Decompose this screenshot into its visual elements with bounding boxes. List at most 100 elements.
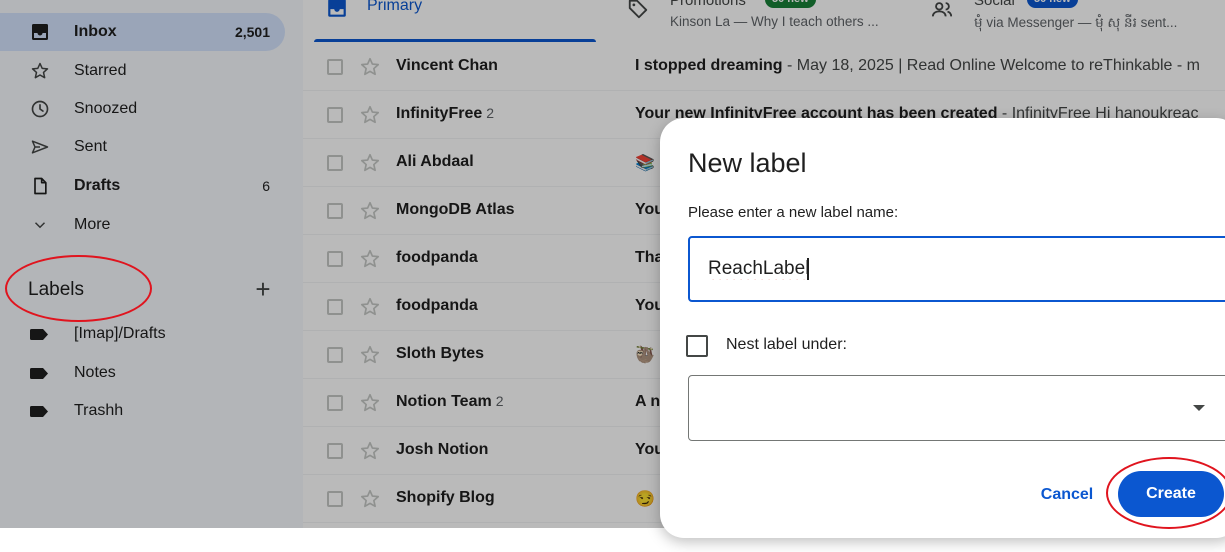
tab-label: Primary [367,0,423,14]
email-subject-text: I stopped dreaming [635,57,783,74]
email-sender: Notion Team 2 [396,393,504,410]
new-label-dialog: New label Please enter a new label name:… [660,118,1225,538]
email-sender: Vincent Chan [396,57,498,74]
tab-primary[interactable]: Primary [303,0,603,42]
star-icon[interactable] [359,104,381,126]
sidebar-item-label: Snoozed [74,100,138,117]
send-icon [28,135,52,159]
tab-preview: មុំ via Messenger — មុំ សុ នីរ sent... [974,15,1178,30]
email-subject: 🦥 [635,345,655,365]
label-icon [30,367,48,379]
clock-icon [28,97,52,121]
star-icon[interactable] [359,200,381,222]
sidebar-item-drafts[interactable]: Drafts 6 [0,167,285,205]
sidebar-item-snoozed[interactable]: Snoozed [0,90,285,128]
email-sender: MongoDB Atlas [396,201,515,218]
email-sender: Ali Abdaal [396,153,474,170]
draft-icon [28,174,52,198]
select-checkbox[interactable] [327,347,343,363]
select-checkbox[interactable] [327,491,343,507]
sidebar-item-label: Drafts [74,177,121,194]
email-sender: Josh Notion [396,441,489,458]
sidebar-item-label: Starred [74,62,127,79]
email-subject: I stopped dreaming - May 18, 2025 | Read… [635,57,1200,75]
email-subject: 📚 [635,153,655,173]
dialog-title: New label [688,148,807,178]
star-icon [28,59,52,83]
tab-promotions[interactable]: Promotions 50 new Kinson La — Why I teac… [613,0,913,42]
email-subject-text: 😏 [635,491,655,508]
select-checkbox[interactable] [327,299,343,315]
star-icon[interactable] [359,56,381,78]
inbox-icon [28,20,52,44]
email-snippet: - May 18, 2025 | Read Online Welcome to … [782,57,1200,74]
star-icon[interactable] [359,248,381,270]
select-checkbox[interactable] [327,59,343,75]
nest-label-checkbox[interactable] [686,335,708,357]
select-checkbox[interactable] [327,155,343,171]
sidebar-item-label: More [74,216,111,233]
nest-label-text: Nest label under: [726,336,847,353]
active-tab-indicator [314,39,596,42]
dialog-prompt: Please enter a new label name: [688,204,899,221]
email-sender: foodpanda [396,249,478,266]
email-sender: Shopify Blog [396,489,495,506]
sidebar-label-text: Notes [74,364,116,381]
star-icon[interactable] [359,344,381,366]
sidebar: Inbox 2,501 Starred Snoozed Sent Drafts … [0,0,303,528]
draft-count: 6 [262,178,270,194]
chevron-down-icon [28,213,52,237]
sidebar-item-more[interactable]: More [0,206,285,244]
add-label-button[interactable]: + [250,276,276,302]
labels-heading: Labels [28,279,84,300]
sidebar-label-imap-drafts[interactable]: [Imap]/Drafts [0,316,285,352]
label-name-input[interactable] [688,236,1225,302]
new-count-badge: 50 new [765,0,816,8]
tab-label: Social [974,0,1015,9]
select-checkbox[interactable] [327,251,343,267]
star-icon[interactable] [359,296,381,318]
email-subject-text: 📚 [635,155,655,172]
sidebar-item-starred[interactable]: Starred [0,52,285,90]
sidebar-item-label: Inbox [74,23,117,40]
sidebar-label-text: Trashh [74,402,124,419]
cancel-button[interactable]: Cancel [1022,476,1112,514]
email-row[interactable]: Vincent Chan I stopped dreaming - May 18… [303,43,1225,91]
star-icon[interactable] [359,392,381,414]
sidebar-item-inbox[interactable]: Inbox 2,501 [0,13,285,51]
email-subject: A n [635,393,660,411]
sidebar-label-text: [Imap]/Drafts [74,325,166,342]
tab-preview: Kinson La — Why I teach others ... [670,14,879,29]
sidebar-label-trashh[interactable]: Trashh [0,393,285,429]
sidebar-label-notes[interactable]: Notes [0,355,285,391]
thread-count: 2 [495,393,504,409]
email-subject-text: 🦥 [635,347,655,364]
select-checkbox[interactable] [327,395,343,411]
text-caret [807,258,809,280]
star-icon[interactable] [359,440,381,462]
tab-label: Promotions [670,0,746,9]
sidebar-item-sent[interactable]: Sent [0,128,285,166]
star-icon[interactable] [359,488,381,510]
email-sender: foodpanda [396,297,478,314]
tab-social[interactable]: Social 50 new មុំ via Messenger — មុំ សុ… [923,0,1225,42]
email-subject: 😏 [635,489,655,509]
thread-count: 2 [486,105,495,121]
star-icon[interactable] [359,152,381,174]
nest-parent-select[interactable] [688,375,1225,441]
people-icon [931,2,953,17]
dropdown-arrow-icon [1193,405,1205,411]
email-subject-text: A n [635,393,661,410]
select-checkbox[interactable] [327,443,343,459]
select-checkbox[interactable] [327,203,343,219]
label-icon [30,328,48,340]
sidebar-item-label: Sent [74,138,107,155]
email-sender: InfinityFree 2 [396,105,495,122]
create-button[interactable]: Create [1118,471,1224,517]
select-checkbox[interactable] [327,107,343,123]
tag-icon [628,0,648,19]
label-icon [30,405,48,417]
unread-count: 2,501 [234,24,270,40]
new-count-badge: 50 new [1027,0,1078,8]
inbox-icon [328,0,346,17]
